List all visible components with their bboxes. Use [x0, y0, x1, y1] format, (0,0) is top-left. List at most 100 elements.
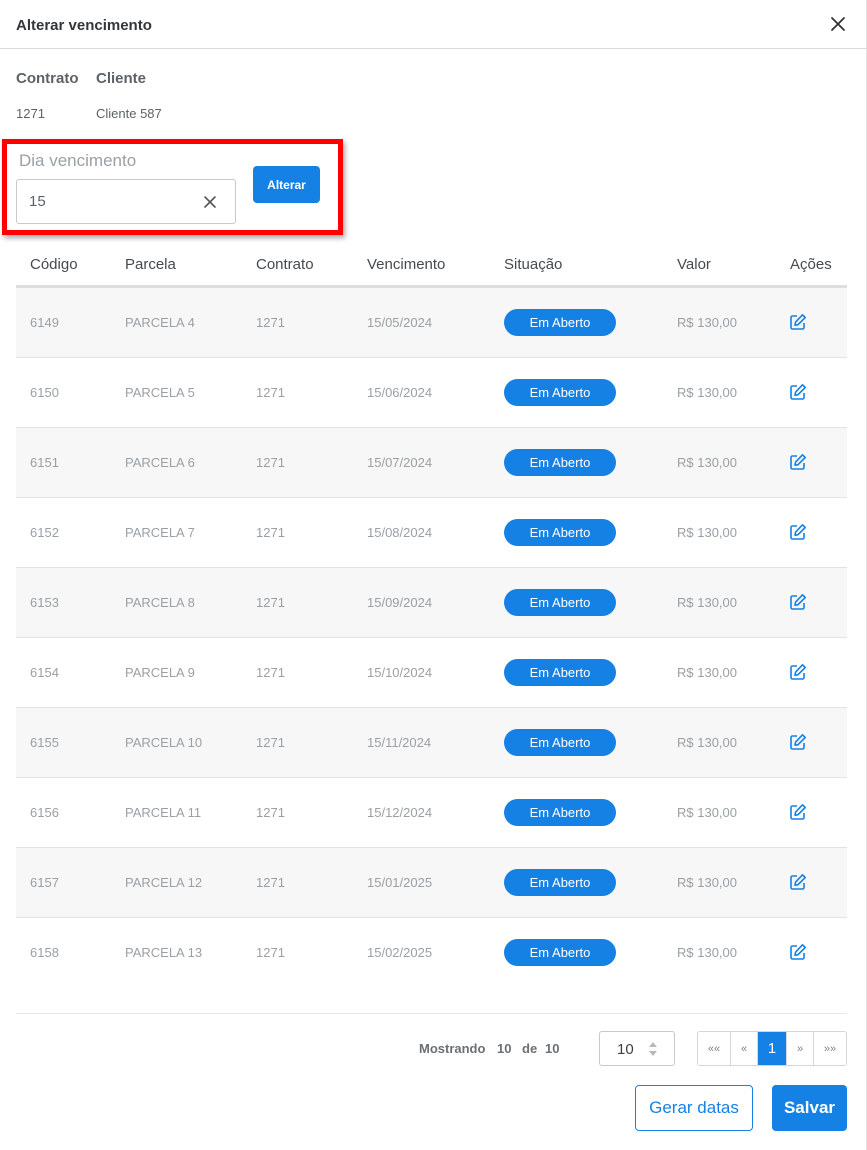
edit-icon[interactable]: [789, 733, 807, 751]
table-row: 6150 PARCELA 5 1271 15/06/2024 Em Aberto…: [16, 358, 847, 428]
cell-contrato: 1271: [256, 455, 285, 470]
edit-icon[interactable]: [789, 383, 807, 401]
cell-parcela: PARCELA 8: [125, 595, 195, 610]
table-row: 6154 PARCELA 9 1271 15/10/2024 Em Aberto…: [16, 638, 847, 708]
cell-valor: R$ 130,00: [677, 315, 737, 330]
cell-parcela: PARCELA 11: [125, 805, 202, 820]
header-parcela[interactable]: Parcela: [125, 256, 176, 273]
cell-codigo: 6154: [30, 665, 59, 680]
cell-valor: R$ 130,00: [677, 735, 737, 750]
cell-valor: R$ 130,00: [677, 525, 737, 540]
page-next[interactable]: »: [786, 1032, 813, 1065]
cell-valor: R$ 130,00: [677, 945, 737, 960]
cell-codigo: 6155: [30, 735, 59, 750]
cell-parcela: PARCELA 7: [125, 525, 195, 540]
generate-dates-button[interactable]: Gerar datas: [635, 1085, 753, 1131]
cell-vencimento: 15/10/2024: [367, 665, 433, 680]
cell-contrato: 1271: [256, 805, 285, 820]
cell-contrato: 1271: [256, 315, 285, 330]
table-row: 6153 PARCELA 8 1271 15/09/2024 Em Aberto…: [16, 568, 847, 638]
cell-parcela: PARCELA 5: [125, 385, 195, 400]
cell-codigo: 6153: [30, 595, 59, 610]
status-badge: Em Aberto: [504, 799, 616, 826]
contrato-label: Contrato: [16, 70, 79, 87]
edit-icon[interactable]: [789, 943, 807, 961]
modal-title: Alterar vencimento: [16, 17, 152, 34]
cell-vencimento: 15/02/2025: [367, 945, 433, 960]
showing-from: 10: [497, 1041, 512, 1056]
showing-total: 10: [545, 1041, 560, 1056]
header-vencimento[interactable]: Vencimento: [367, 256, 445, 273]
status-badge: Em Aberto: [504, 379, 616, 406]
status-badge: Em Aberto: [504, 309, 616, 336]
per-page-select[interactable]: 10: [599, 1031, 675, 1066]
spinner-arrows-icon: [647, 1039, 659, 1059]
header-situacao[interactable]: Situação: [504, 256, 562, 273]
status-badge: Em Aberto: [504, 869, 616, 896]
table-row: 6155 PARCELA 10 1271 15/11/2024 Em Abert…: [16, 708, 847, 778]
status-badge: Em Aberto: [504, 449, 616, 476]
cell-contrato: 1271: [256, 945, 285, 960]
status-badge: Em Aberto: [504, 659, 616, 686]
cell-valor: R$ 130,00: [677, 455, 737, 470]
cell-parcela: PARCELA 12: [125, 875, 203, 890]
status-badge: Em Aberto: [504, 589, 616, 616]
modal-header: Alterar vencimento: [0, 0, 867, 49]
header-codigo[interactable]: Código: [30, 256, 78, 273]
cell-valor: R$ 130,00: [677, 665, 737, 680]
page-first[interactable]: ««: [698, 1032, 730, 1065]
cell-valor: R$ 130,00: [677, 875, 737, 890]
edit-icon[interactable]: [789, 453, 807, 471]
cell-codigo: 6158: [30, 945, 59, 960]
alterar-button[interactable]: Alterar: [253, 166, 320, 203]
due-day-label: Dia vencimento: [19, 151, 137, 170]
cliente-value: Cliente 587: [96, 106, 162, 121]
table-row: 6149 PARCELA 4 1271 15/05/2024 Em Aberto…: [16, 288, 847, 358]
cell-parcela: PARCELA 4: [125, 315, 195, 330]
status-badge: Em Aberto: [504, 939, 616, 966]
table-row: 6152 PARCELA 7 1271 15/08/2024 Em Aberto…: [16, 498, 847, 568]
cell-valor: R$ 130,00: [677, 805, 737, 820]
cell-codigo: 6151: [30, 455, 59, 470]
clear-icon[interactable]: [202, 194, 218, 210]
cell-contrato: 1271: [256, 385, 285, 400]
cell-vencimento: 15/12/2024: [367, 805, 433, 820]
cell-vencimento: 15/09/2024: [367, 595, 433, 610]
edit-icon[interactable]: [789, 803, 807, 821]
page-prev[interactable]: «: [730, 1032, 757, 1065]
due-day-input[interactable]: 15: [16, 179, 236, 224]
edit-icon[interactable]: [789, 593, 807, 611]
cell-codigo: 6156: [30, 805, 59, 820]
footer-divider: [16, 1013, 847, 1014]
header-contrato[interactable]: Contrato: [256, 256, 314, 273]
contrato-value: 1271: [16, 106, 45, 121]
table-row: 6158 PARCELA 13 1271 15/02/2025 Em Abert…: [16, 918, 847, 988]
pagination: «« « 1 » »»: [697, 1031, 847, 1066]
cell-parcela: PARCELA 6: [125, 455, 195, 470]
cell-contrato: 1271: [256, 875, 285, 890]
cell-contrato: 1271: [256, 665, 285, 680]
cell-parcela: PARCELA 10: [125, 735, 203, 750]
header-acoes: Ações: [790, 256, 832, 273]
header-valor[interactable]: Valor: [677, 256, 711, 273]
table-row: 6157 PARCELA 12 1271 15/01/2025 Em Abert…: [16, 848, 847, 918]
cell-vencimento: 15/06/2024: [367, 385, 433, 400]
cell-valor: R$ 130,00: [677, 385, 737, 400]
edit-icon[interactable]: [789, 663, 807, 681]
cell-parcela: PARCELA 9: [125, 665, 195, 680]
showing-of: de: [522, 1041, 538, 1056]
status-badge: Em Aberto: [504, 519, 616, 546]
edit-icon[interactable]: [789, 873, 807, 891]
page-last[interactable]: »»: [813, 1032, 846, 1065]
close-icon[interactable]: [826, 12, 850, 36]
page-current[interactable]: 1: [757, 1032, 786, 1065]
save-button[interactable]: Salvar: [772, 1085, 847, 1131]
cell-codigo: 6149: [30, 315, 59, 330]
edit-icon[interactable]: [789, 313, 807, 331]
cell-vencimento: 15/08/2024: [367, 525, 433, 540]
cell-codigo: 6150: [30, 385, 59, 400]
showing-prefix: Mostrando: [419, 1041, 486, 1056]
cell-vencimento: 15/07/2024: [367, 455, 433, 470]
per-page-value: 10: [617, 1041, 634, 1058]
edit-icon[interactable]: [789, 523, 807, 541]
